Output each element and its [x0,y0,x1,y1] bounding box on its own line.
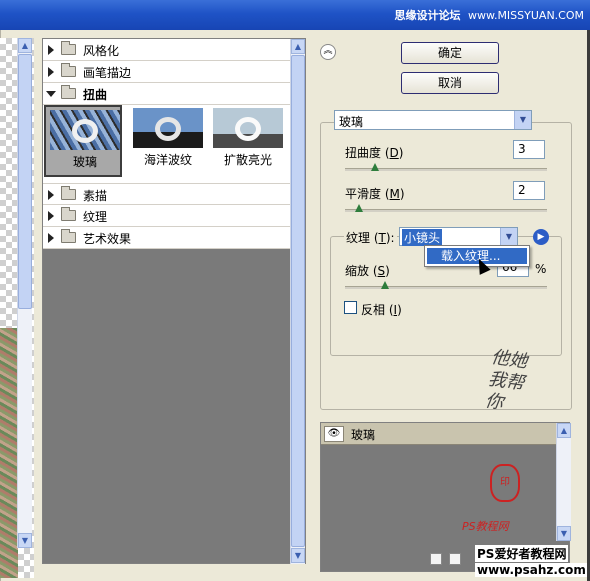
scroll-thumb[interactable] [18,54,32,309]
eye-icon[interactable]: 👁 [324,426,344,442]
preview-scrollbar[interactable]: ▲ ▼ [17,38,32,548]
ocean-ripple-thumbnail-image [133,108,203,148]
smoothness-input[interactable]: 2 [513,181,545,200]
filter-tree-panel: 风格化 画笔描边 扭曲 玻璃 海洋波纹 扩散亮光 素描 纹理 艺术效果 [42,38,306,564]
preview-image [0,328,18,578]
scroll-up-button[interactable]: ▲ [291,39,305,54]
signature-watermark: 他她我帮你 [483,346,529,414]
glass-thumbnail-image [50,110,120,150]
thumb-diffuse-glow[interactable]: 扩散亮光 [209,105,287,177]
slider-knob[interactable] [381,281,389,289]
invert-checkbox[interactable] [344,301,357,314]
title-bar: 思缘设计论坛 www.MISSYUAN.COM [0,0,590,30]
scroll-thumb[interactable] [291,55,305,547]
cancel-button[interactable]: 取消 [401,72,499,94]
folder-icon [61,186,76,200]
texture-options-arrow-icon[interactable]: ▶ [533,229,549,245]
new-layer-icon[interactable] [430,553,442,565]
scaling-slider[interactable] [345,281,547,289]
expand-arrow-icon[interactable] [48,67,54,77]
thumb-label: 扩散亮光 [223,153,272,167]
category-label: 艺术效果 [83,232,132,246]
texture-label: 纹理 (T): [344,229,397,246]
stamp-icon: 印 [490,464,520,502]
category-artistic[interactable]: 艺术效果 [43,227,291,249]
category-texture[interactable]: 纹理 [43,205,291,227]
expand-arrow-icon[interactable] [48,233,54,243]
collapse-gallery-icon[interactable]: ︽ [320,44,336,60]
folder-icon [61,63,76,77]
diffuse-glow-thumbnail-image [213,108,283,148]
dropdown-arrow-icon[interactable]: ▼ [514,111,531,129]
thumb-glass[interactable]: 玻璃 [44,105,122,177]
folder-icon [61,229,76,243]
thumb-label: 玻璃 [72,155,97,169]
category-distort[interactable]: 扭曲 [43,83,291,105]
expand-arrow-icon[interactable] [48,211,54,221]
site-watermark-c: www.psahz.com [475,563,588,577]
site-watermark-b: PS爱好者教程网 [475,545,569,562]
expand-arrow-icon[interactable] [48,190,54,200]
distortion-input[interactable]: 3 [513,140,545,159]
watermark-url: www.MISSYUAN.COM [467,9,584,22]
scaling-unit: % [535,262,547,276]
category-label: 风格化 [83,44,120,58]
folder-icon [61,207,76,221]
category-label: 纹理 [83,210,108,224]
scroll-down-button[interactable]: ▼ [557,526,571,541]
dropdown-arrow-icon[interactable]: ▼ [500,228,517,245]
tree-scrollbar[interactable]: ▲ ▼ [290,39,305,564]
category-brush-strokes[interactable]: 画笔描边 [43,61,291,83]
category-stylize[interactable]: 风格化 [43,39,291,61]
distort-thumbnails: 玻璃 海洋波纹 扩散亮光 [43,105,291,183]
slider-knob[interactable] [371,163,379,171]
category-label: 画笔描边 [83,66,132,80]
layer-name: 玻璃 [351,428,376,442]
folder-icon [61,85,76,99]
layers-scrollbar[interactable]: ▲ ▼ [556,423,571,541]
thumb-ocean-ripple[interactable]: 海洋波纹 [129,105,207,177]
watermark-top: 思缘设计论坛 www.MISSYUAN.COM [394,7,584,23]
expand-arrow-icon[interactable] [48,45,54,55]
texture-select[interactable]: 小镜头 ▼ [399,227,518,246]
invert-label: 反相 (I) [361,303,402,317]
scroll-down-button[interactable]: ▼ [18,533,32,548]
folder-icon [61,41,76,55]
thumb-label: 海洋波纹 [143,153,192,167]
distortion-slider[interactable] [345,163,547,171]
collapse-arrow-icon[interactable] [46,91,56,97]
category-label: 素描 [83,189,108,203]
slider-knob[interactable] [355,204,363,212]
watermark-cn: 思缘设计论坛 [394,9,461,22]
delete-layer-icon[interactable] [449,553,461,565]
distortion-label: 扭曲度 (D) [345,146,404,160]
layer-row[interactable]: 👁 玻璃 [321,423,557,445]
smoothness-slider[interactable] [345,204,547,212]
smoothness-label: 平滑度 (M) [345,187,405,201]
site-watermark-a: PS教程网 [462,520,509,533]
scroll-down-button[interactable]: ▼ [291,548,305,563]
filter-select[interactable]: 玻璃 ▼ [334,110,532,130]
category-sketch[interactable]: 素描 [43,183,291,205]
scroll-up-button[interactable]: ▲ [557,423,571,438]
scaling-label: 缩放 (S) [345,264,390,278]
category-label: 扭曲 [83,88,108,102]
ok-button[interactable]: 确定 [401,42,499,64]
filter-select-value: 玻璃 [339,115,364,129]
texture-select-value: 小镜头 [402,229,443,246]
scroll-up-button[interactable]: ▲ [18,38,32,53]
